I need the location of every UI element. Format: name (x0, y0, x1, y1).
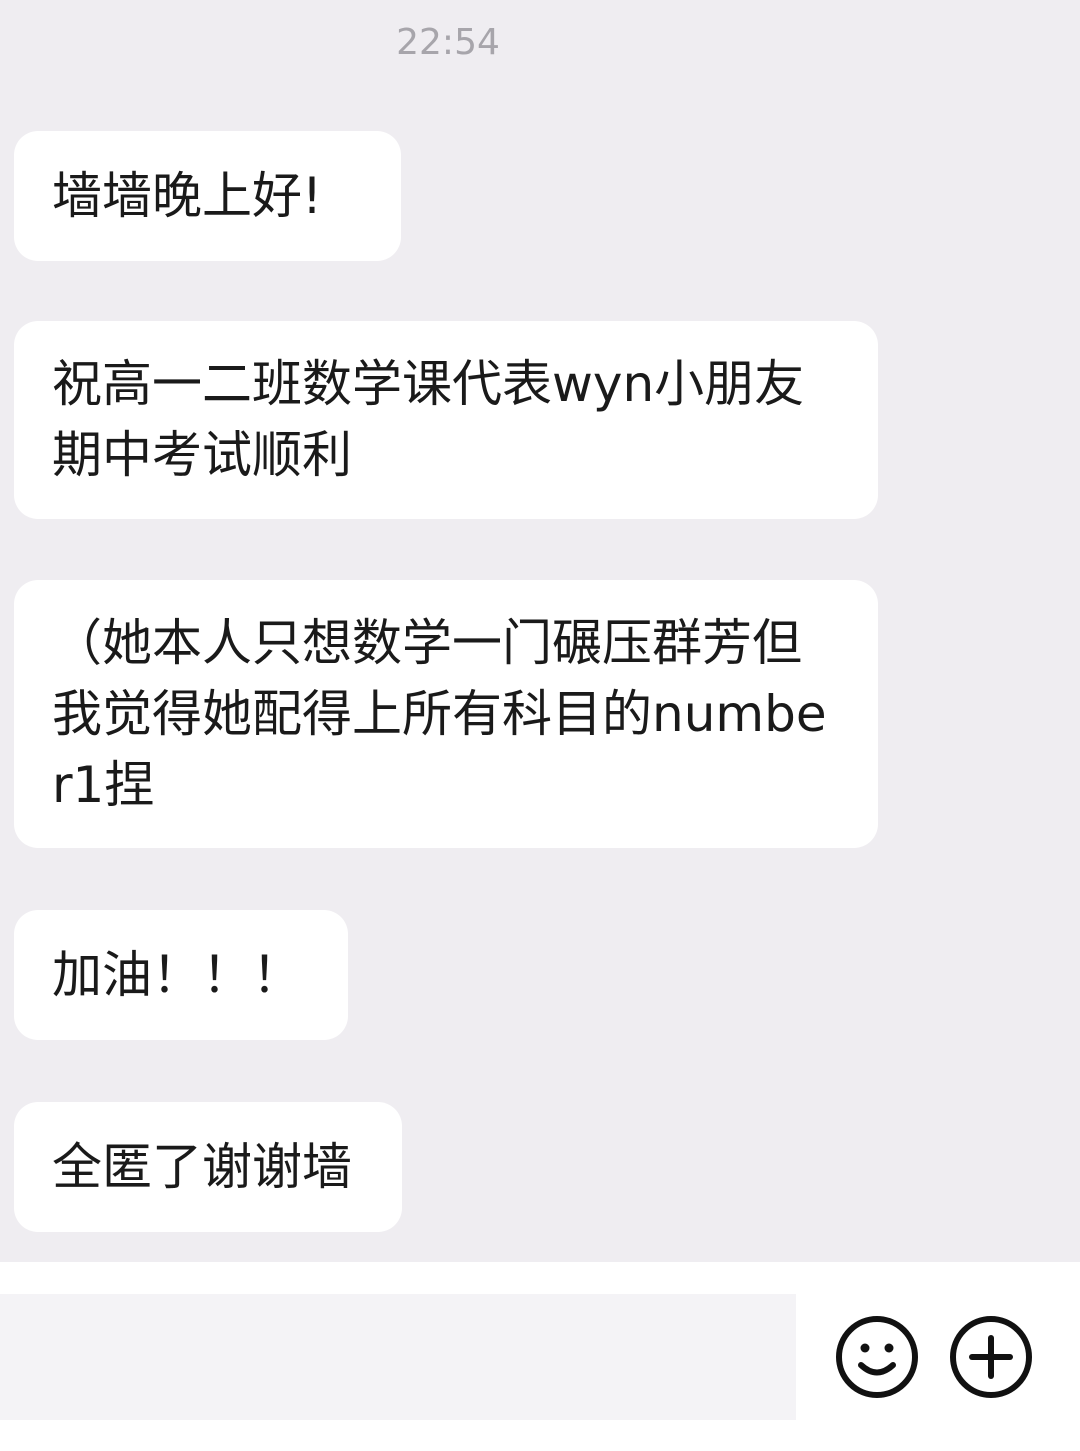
message-text: （她本人只想数学一门碾压群芳但我觉得她配得上所有科目的number1捏 (52, 613, 827, 814)
message-text: 祝高一二班数学课代表wyn小朋友期中考试顺利 (52, 355, 805, 484)
message-bubble[interactable]: 全匿了谢谢墙 (14, 1102, 402, 1232)
message-text: 墙墙晚上好! (52, 166, 323, 225)
message-text: 加油！！！ (52, 945, 302, 1004)
plus-icon[interactable] (948, 1314, 1034, 1400)
message-input-bar (0, 1262, 1080, 1451)
message-text: 全匿了谢谢墙 (52, 1137, 352, 1196)
message-input[interactable] (0, 1294, 796, 1420)
message-bubble[interactable]: 墙墙晚上好! (14, 131, 401, 261)
message-bubble[interactable]: 加油！！！ (14, 910, 348, 1040)
message-bubble[interactable]: （她本人只想数学一门碾压群芳但我觉得她配得上所有科目的number1捏 (14, 580, 878, 848)
message-timestamp: 22:54 (396, 22, 500, 63)
message-bubble[interactable]: 祝高一二班数学课代表wyn小朋友期中考试顺利 (14, 321, 878, 519)
smiley-icon[interactable] (834, 1314, 920, 1400)
